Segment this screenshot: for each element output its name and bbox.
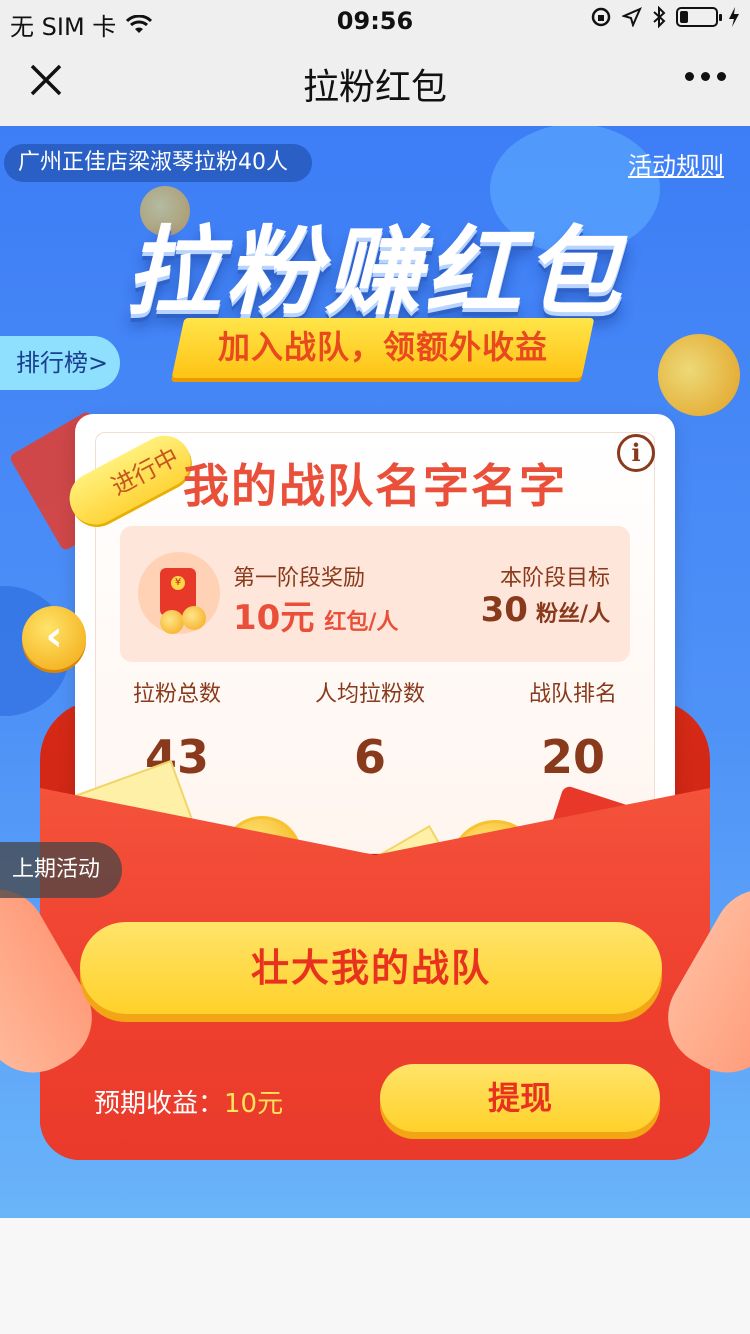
coin-icon	[160, 610, 184, 634]
more-dot	[701, 72, 710, 81]
more-icon[interactable]	[685, 72, 726, 81]
stat-value: 20	[540, 730, 605, 784]
status-bar: 无 SIM 卡 09:56	[0, 0, 750, 41]
red-envelope-icon	[138, 552, 220, 634]
stat-value: 6	[353, 730, 386, 784]
charging-icon	[729, 7, 739, 27]
coin-icon	[182, 606, 206, 630]
stat-average-fans: 人均拉粉数 6	[280, 676, 460, 784]
nav-bar: 拉粉红包	[0, 40, 750, 126]
bluetooth-icon	[653, 6, 666, 28]
stage-reward-amount: 10元	[233, 598, 315, 638]
reward-box: 第一阶段奖励 10元红包/人 本阶段目标 30 粉丝/人	[120, 526, 630, 662]
expected-earnings: 预期收益：10元	[94, 1083, 283, 1120]
rotation-lock-icon	[591, 7, 611, 27]
hero-subtitle: 加入战队，领额外收益	[217, 328, 548, 366]
withdraw-button[interactable]: 提现	[380, 1064, 660, 1132]
stage-target-label: 本阶段目标	[499, 566, 610, 591]
bottom-blank-area	[0, 1218, 750, 1334]
team-name: 我的战队名字名字	[183, 459, 567, 513]
stage-reward-label: 第一阶段奖励	[233, 566, 366, 591]
grow-team-button[interactable]: 壮大我的战队	[80, 922, 662, 1014]
stage-target-unit: 粉丝/人	[535, 602, 610, 627]
stat-label: 拉粉总数	[132, 682, 221, 707]
stage-reward-value: 10元 红包/人	[233, 590, 398, 639]
location-icon	[622, 7, 642, 27]
more-dot	[717, 72, 726, 81]
last-activity-button[interactable]: 上期活动	[0, 842, 122, 898]
stat-team-rank: 战队排名 20	[483, 676, 663, 784]
stat-label: 人均拉粉数	[314, 682, 425, 707]
expected-earnings-value: 10元	[224, 1089, 284, 1119]
previous-arrow-icon[interactable]: ‹	[22, 606, 86, 670]
campaign-page: 广州正佳店梁淑琴拉粉40人 活动规则 拉粉赚红包 加入战队，领额外收益 排行榜>…	[0, 126, 750, 1218]
status-right	[590, 6, 740, 28]
ranking-button[interactable]: 排行榜>	[0, 336, 120, 390]
activity-ticker: 广州正佳店梁淑琴拉粉40人	[4, 144, 312, 182]
stage-target-value: 30 粉丝/人	[481, 590, 610, 630]
expected-earnings-label: 预期收益：	[94, 1089, 225, 1119]
activity-rules-link[interactable]: 活动规则	[628, 146, 724, 181]
battery-icon	[676, 7, 722, 27]
coin-decor	[646, 322, 750, 428]
stage-target-number: 30	[480, 590, 528, 630]
stat-total-fans: 拉粉总数 43	[87, 676, 267, 784]
stat-label: 战队排名	[528, 682, 617, 707]
more-dot	[685, 72, 694, 81]
stage-reward-unit: 红包/人	[324, 610, 399, 635]
page-title: 拉粉红包	[302, 67, 447, 108]
hero-title: 拉粉赚红包	[125, 216, 625, 328]
